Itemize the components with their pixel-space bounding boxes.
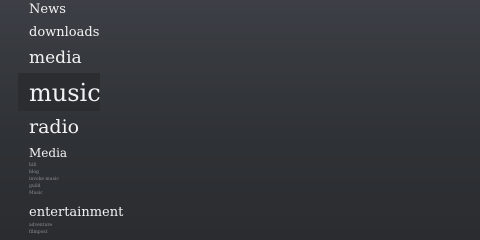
sub-link[interactable]: Music bbox=[29, 191, 43, 197]
nav-link-media[interactable]: media bbox=[29, 50, 82, 67]
section-link-entertainment[interactable]: entertainment bbox=[29, 206, 123, 219]
sub-link[interactable]: adventure bbox=[29, 223, 52, 229]
sub-link[interactable]: filmpost bbox=[29, 230, 47, 236]
sub-link[interactable]: hifi bbox=[29, 163, 36, 169]
sub-link[interactable]: guild bbox=[29, 184, 41, 190]
section-link-media[interactable]: Media bbox=[29, 147, 67, 159]
sub-link[interactable]: invoke music bbox=[29, 177, 59, 183]
nav-link-news[interactable]: News bbox=[29, 3, 66, 16]
nav-link-music[interactable]: music bbox=[29, 81, 101, 105]
nav-link-radio[interactable]: radio bbox=[29, 118, 79, 137]
tag-navigation: News downloads media music radio Media h… bbox=[0, 0, 480, 240]
sub-link[interactable]: blog bbox=[29, 170, 39, 176]
nav-link-downloads[interactable]: downloads bbox=[29, 26, 99, 39]
